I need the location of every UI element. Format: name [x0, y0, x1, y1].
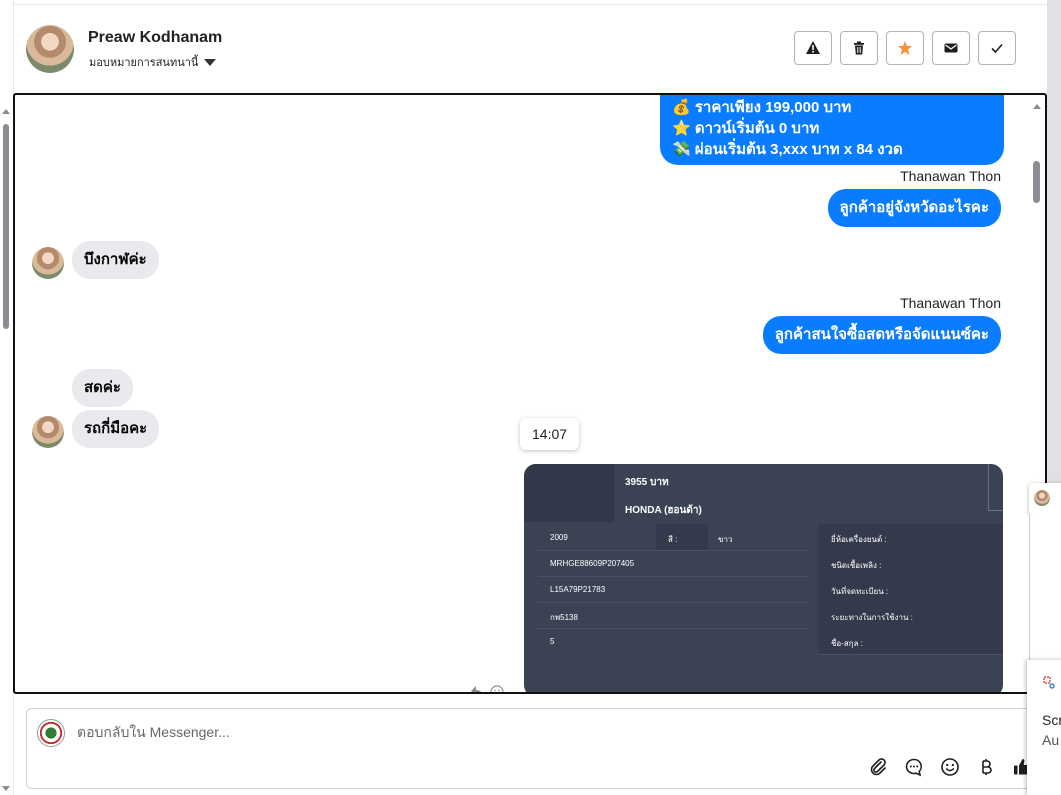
mark-spam-button[interactable] [794, 31, 832, 65]
card-row: L15A79P21783 [538, 576, 808, 603]
avatar[interactable] [26, 25, 74, 73]
promo-line-down: ⭐ ดาวน์เริ่มต้น 0 บาท [672, 120, 820, 137]
scroll-up-arrow-icon[interactable] [1029, 101, 1045, 111]
emoji-button[interactable] [939, 756, 961, 778]
payment-button[interactable] [975, 756, 997, 778]
timestamp-tooltip: 14:07 [520, 418, 580, 450]
emoji-icon [941, 758, 959, 776]
header-actions [794, 31, 1016, 65]
message-reactions [470, 685, 504, 694]
card-plate: กพ5138 [550, 613, 578, 622]
mail-icon [944, 43, 958, 53]
card-right-row: วันที่จดทะเบียน : [819, 576, 1003, 603]
left-scrollbar[interactable] [0, 100, 12, 791]
vehicle-info-card[interactable]: 3955 บาท HONDA (ฮอนด้า) 2009 สี : ขาว MR… [524, 464, 1003, 692]
card-right-label: ระยะทางในการใช้งาน : [831, 613, 913, 622]
incoming-message[interactable]: บึงกาฬค่ะ [72, 241, 159, 279]
emoji-react-icon[interactable] [490, 685, 504, 694]
promo-line-price: 💰 ราคาเพียง 199,000 บาท [672, 99, 852, 116]
promo-message-bubble[interactable]: 💰 ราคาเพียง 199,000 บาท ⭐ ดาวน์เริ่มต้น … [660, 95, 1004, 165]
outgoing-message[interactable]: ลูกค้าอยู่จังหวัดอะไรคะ [827, 189, 1001, 227]
card-row: 2009 สี : ขาว [538, 524, 808, 551]
notification-toast[interactable]: Scr Au [1027, 660, 1061, 795]
promo-line-installment: 💸 ผ่อนเริ่มต้น 3,xxx บาท x 84 งวด [672, 141, 903, 158]
scroll-up-arrow-icon[interactable] [0, 106, 12, 116]
card-corner-frame [988, 464, 1003, 511]
toast-title: Scr [1042, 712, 1061, 728]
spam-icon [806, 41, 820, 54]
baht-icon [982, 759, 992, 775]
conversation-header: Preaw Kodhanam มอบหมายการสนทนานี้ [14, 5, 1047, 93]
snipping-tool-icon [1043, 676, 1055, 689]
trash-icon [854, 41, 864, 55]
card-right-row: ระยะทางในการใช้งาน : [819, 602, 1003, 629]
avatar[interactable] [32, 416, 64, 448]
composer-tools [867, 756, 1033, 778]
card-color-value: ขาว [718, 535, 733, 544]
card-row: กพ5138 [538, 602, 808, 629]
side-panel [1029, 515, 1061, 660]
check-icon [991, 43, 1003, 54]
page-logo-icon [37, 719, 65, 747]
chevron-down-icon[interactable] [204, 58, 217, 66]
card-seats: 5 [550, 637, 555, 646]
card-engine-number: L15A79P21783 [550, 585, 606, 594]
assign-conversation[interactable]: มอบหมายการสนทนานี้ [89, 53, 217, 71]
card-right-row: ยี่ห้อเครื่องยนต์ : [819, 524, 1003, 551]
saved-replies-button[interactable] [903, 756, 925, 778]
avatar [1034, 490, 1050, 506]
reply-icon[interactable] [470, 685, 484, 694]
contact-name[interactable]: Preaw Kodhanam [88, 29, 222, 47]
outgoing-message[interactable]: ลูกค้าสนใจซื้อสดหรือจัดแนนซ์คะ [762, 316, 1001, 354]
reply-composer [26, 708, 1046, 789]
card-right-row: ชื่อ-สกุล : [819, 628, 1003, 655]
mark-unread-button[interactable] [932, 31, 970, 65]
delete-button[interactable] [840, 31, 878, 65]
card-year: 2009 [550, 533, 568, 542]
card-right-label: วันที่จดทะเบียน : [831, 587, 889, 596]
mark-done-button[interactable] [978, 31, 1016, 65]
star-button[interactable] [886, 31, 924, 65]
chat-bubble-icon [905, 758, 922, 777]
avatar[interactable] [32, 247, 64, 279]
toast-subtitle: Au [1042, 732, 1060, 748]
card-row: MRHGE88609P207405 [538, 550, 808, 577]
scroll-down-arrow-icon[interactable] [0, 784, 12, 794]
star-icon [898, 41, 912, 55]
card-color-label: สี : [668, 535, 678, 544]
card-right-label: ชนิดเชื้อเพลิง : [831, 561, 882, 570]
assign-label[interactable]: มอบหมายการสนทนานี้ [89, 53, 198, 71]
card-right-row: ชนิดเชื้อเพลิง : [819, 550, 1003, 577]
message-thread[interactable]: 💰 ราคาเพียง 199,000 บาท ⭐ ดาวน์เริ่มต้น … [13, 93, 1047, 694]
card-image-area [524, 464, 614, 522]
incoming-message[interactable]: รถกี่มือคะ [72, 410, 160, 448]
thread-scrollbar-thumb[interactable] [1033, 161, 1040, 203]
reply-input[interactable] [75, 723, 579, 741]
card-right-label: ยี่ห้อเครื่องยนต์ : [831, 535, 887, 544]
attach-button[interactable] [867, 756, 889, 778]
card-row: 5 [538, 628, 808, 654]
mini-preview-card[interactable] [1029, 483, 1061, 515]
card-vin: MRHGE88609P207405 [550, 559, 635, 568]
card-brand: HONDA (ฮอนด้า) [625, 505, 702, 516]
left-scrollbar-thumb[interactable] [3, 124, 9, 329]
sender-name: Thanawan Thon [900, 295, 1001, 311]
sender-name: Thanawan Thon [900, 168, 1001, 184]
card-right-label: ชื่อ-สกุล : [831, 639, 863, 648]
card-price: 3955 บาท [625, 477, 669, 488]
incoming-message[interactable]: สดค่ะ [72, 369, 133, 407]
attach-icon [870, 758, 886, 776]
